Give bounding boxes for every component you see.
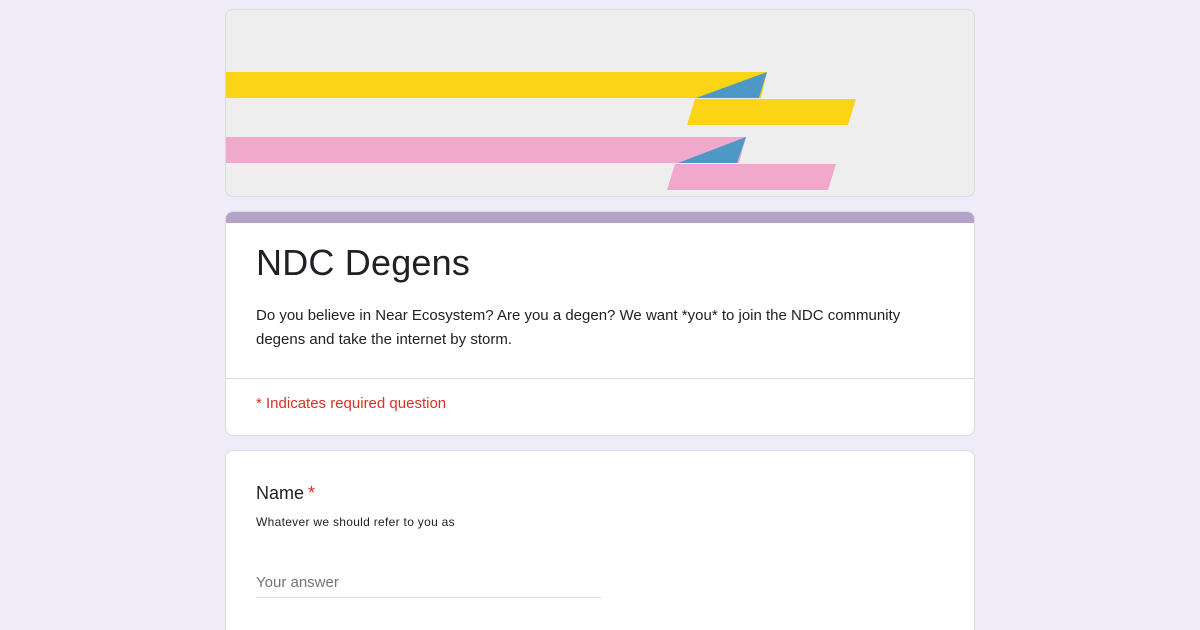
question-title-label: Name <box>256 483 305 503</box>
required-question-note: * Indicates required question <box>256 395 447 412</box>
form-page: NDC Degens Do you believe in Near Ecosys… <box>0 0 1200 630</box>
pink-stripe-long <box>226 137 746 163</box>
header-banner <box>225 9 975 197</box>
question-description: Whatever we should refer to you as <box>256 515 455 529</box>
name-answer-input[interactable] <box>256 569 601 595</box>
banner-stripes-illustration <box>226 72 856 190</box>
yellow-stripe-short <box>687 99 856 125</box>
pink-stripe-short <box>667 164 836 190</box>
required-asterisk: * <box>308 483 316 503</box>
question-card-name: Name * Whatever we should refer to you as <box>225 450 975 630</box>
title-card-accent-bar <box>226 212 974 223</box>
form-title: NDC Degens <box>256 242 471 283</box>
yellow-stripe-long <box>226 72 767 98</box>
title-card-divider <box>226 378 974 379</box>
form-title-card: NDC Degens Do you believe in Near Ecosys… <box>225 211 975 436</box>
question-title: Name * <box>256 483 315 504</box>
answer-field-wrapper <box>256 569 601 598</box>
form-description: Do you believe in Near Ecosystem? Are yo… <box>256 307 901 348</box>
